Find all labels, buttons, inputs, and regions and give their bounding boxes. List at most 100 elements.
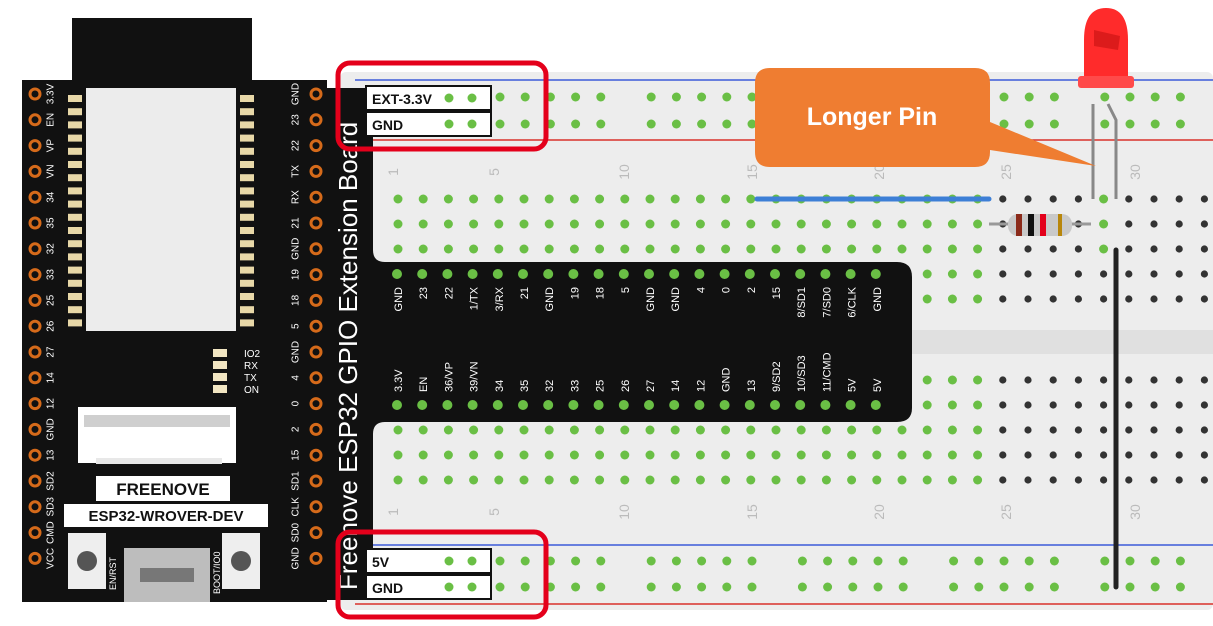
breadboard-hole — [544, 244, 554, 254]
breadboard-hole — [519, 194, 529, 204]
breadboard-hole — [494, 475, 504, 485]
rail-hole — [646, 582, 656, 592]
rail-hole — [671, 92, 681, 102]
header-pin — [870, 269, 881, 279]
esp32-pin-label: 35 — [46, 217, 57, 229]
module-pad — [240, 319, 254, 327]
header-pin — [644, 269, 654, 279]
rail-hole — [571, 92, 581, 102]
module-pad — [240, 200, 254, 208]
breadboard-hole — [1125, 245, 1133, 253]
column-number: 25 — [998, 164, 1014, 180]
module-pad — [68, 227, 82, 234]
module-pad — [240, 108, 254, 116]
rail-hole — [797, 582, 807, 592]
breadboard-hole — [999, 426, 1007, 434]
rail-hole — [1024, 582, 1034, 592]
breadboard-hole — [973, 294, 983, 304]
breadboard-hole — [847, 244, 857, 254]
module-pad — [68, 147, 82, 155]
breadboard-hole — [1200, 476, 1208, 484]
breadboard-hole — [847, 450, 857, 460]
breadboard-hole — [922, 475, 932, 485]
column-number: 5 — [486, 508, 502, 516]
breadboard-hole — [1049, 195, 1057, 203]
breadboard-hole — [947, 375, 957, 385]
breadboard-hole — [771, 450, 781, 460]
breadboard-hole — [947, 475, 957, 485]
breadboard-hole — [821, 219, 831, 229]
header-pin-label: GND — [544, 287, 556, 312]
rail-hole — [596, 582, 606, 592]
breadboard-hole — [519, 450, 529, 460]
header-pin-label: GND — [393, 287, 405, 312]
breadboard-hole — [494, 194, 504, 204]
breadboard-hole — [1049, 401, 1057, 409]
breadboard-hole — [595, 194, 605, 204]
rail-hole — [1125, 119, 1135, 129]
breadboard-hole — [670, 194, 680, 204]
breadboard-hole — [973, 475, 983, 485]
breadboard-hole — [973, 219, 983, 229]
breadboard-hole — [947, 450, 957, 460]
rail-hole — [571, 556, 581, 566]
breadboard-hole — [897, 475, 907, 485]
header-pin — [770, 400, 780, 410]
esp32-pin-label: 4 — [291, 375, 302, 381]
breadboard-hole — [1100, 270, 1108, 278]
rail-hole — [520, 582, 530, 592]
module-pad — [68, 134, 82, 142]
breadboard-hole — [897, 244, 907, 254]
module-pad — [68, 253, 82, 261]
breadboard-hole — [544, 475, 554, 485]
rail-hole — [596, 92, 606, 102]
breadboard-hole — [1074, 245, 1082, 253]
module-pad — [68, 174, 82, 182]
breadboard-hole — [519, 244, 529, 254]
breadboard-hole — [695, 219, 705, 229]
breadboard-hole — [418, 425, 428, 435]
breadboard-hole — [469, 219, 479, 229]
column-number: 30 — [1127, 164, 1143, 180]
breadboard-hole — [469, 475, 479, 485]
module-pad — [240, 121, 254, 129]
header-pin — [593, 269, 604, 279]
esp32-pin-label: 5 — [291, 323, 302, 329]
breadboard-hole — [1049, 451, 1057, 459]
header-pin — [417, 400, 428, 410]
breadboard-hole — [872, 450, 882, 460]
header-pin — [744, 400, 755, 410]
breadboard-hole — [973, 375, 983, 385]
breadboard-hole — [922, 244, 932, 254]
breadboard-hole — [947, 400, 957, 410]
header-pin-label: 12 — [695, 380, 707, 392]
esp32-pin-label: 21 — [291, 217, 302, 229]
header-pin-label: 15 — [771, 287, 783, 299]
breadboard-hole — [1125, 476, 1133, 484]
column-number: 15 — [744, 164, 760, 180]
esp32-pin-label: VP — [46, 139, 57, 153]
en-rst-button[interactable] — [68, 533, 106, 589]
breadboard-hole — [1049, 476, 1057, 484]
breadboard-hole — [1200, 451, 1208, 459]
breadboard-hole — [1150, 270, 1158, 278]
breadboard-hole — [569, 475, 579, 485]
header-pin-label: 39/VN — [469, 361, 481, 392]
esp32-pin-label: 32 — [46, 243, 57, 255]
header-pin — [669, 400, 680, 410]
rail-hole — [495, 92, 505, 102]
rail-hole — [697, 92, 707, 102]
header-pin-label: 13 — [746, 380, 758, 392]
header-pin — [820, 269, 831, 279]
boot-io0-button[interactable] — [222, 533, 260, 589]
breadboard-hole — [595, 450, 605, 460]
breadboard-hole — [1125, 376, 1133, 384]
column-number: 15 — [744, 504, 760, 520]
rail-hole — [1175, 556, 1185, 566]
header-pin — [644, 400, 654, 410]
breadboard-hole — [519, 425, 529, 435]
column-number: 10 — [616, 504, 632, 520]
breadboard-hole — [1125, 451, 1133, 459]
rail-hole — [722, 582, 732, 592]
rail-hole — [1049, 556, 1059, 566]
